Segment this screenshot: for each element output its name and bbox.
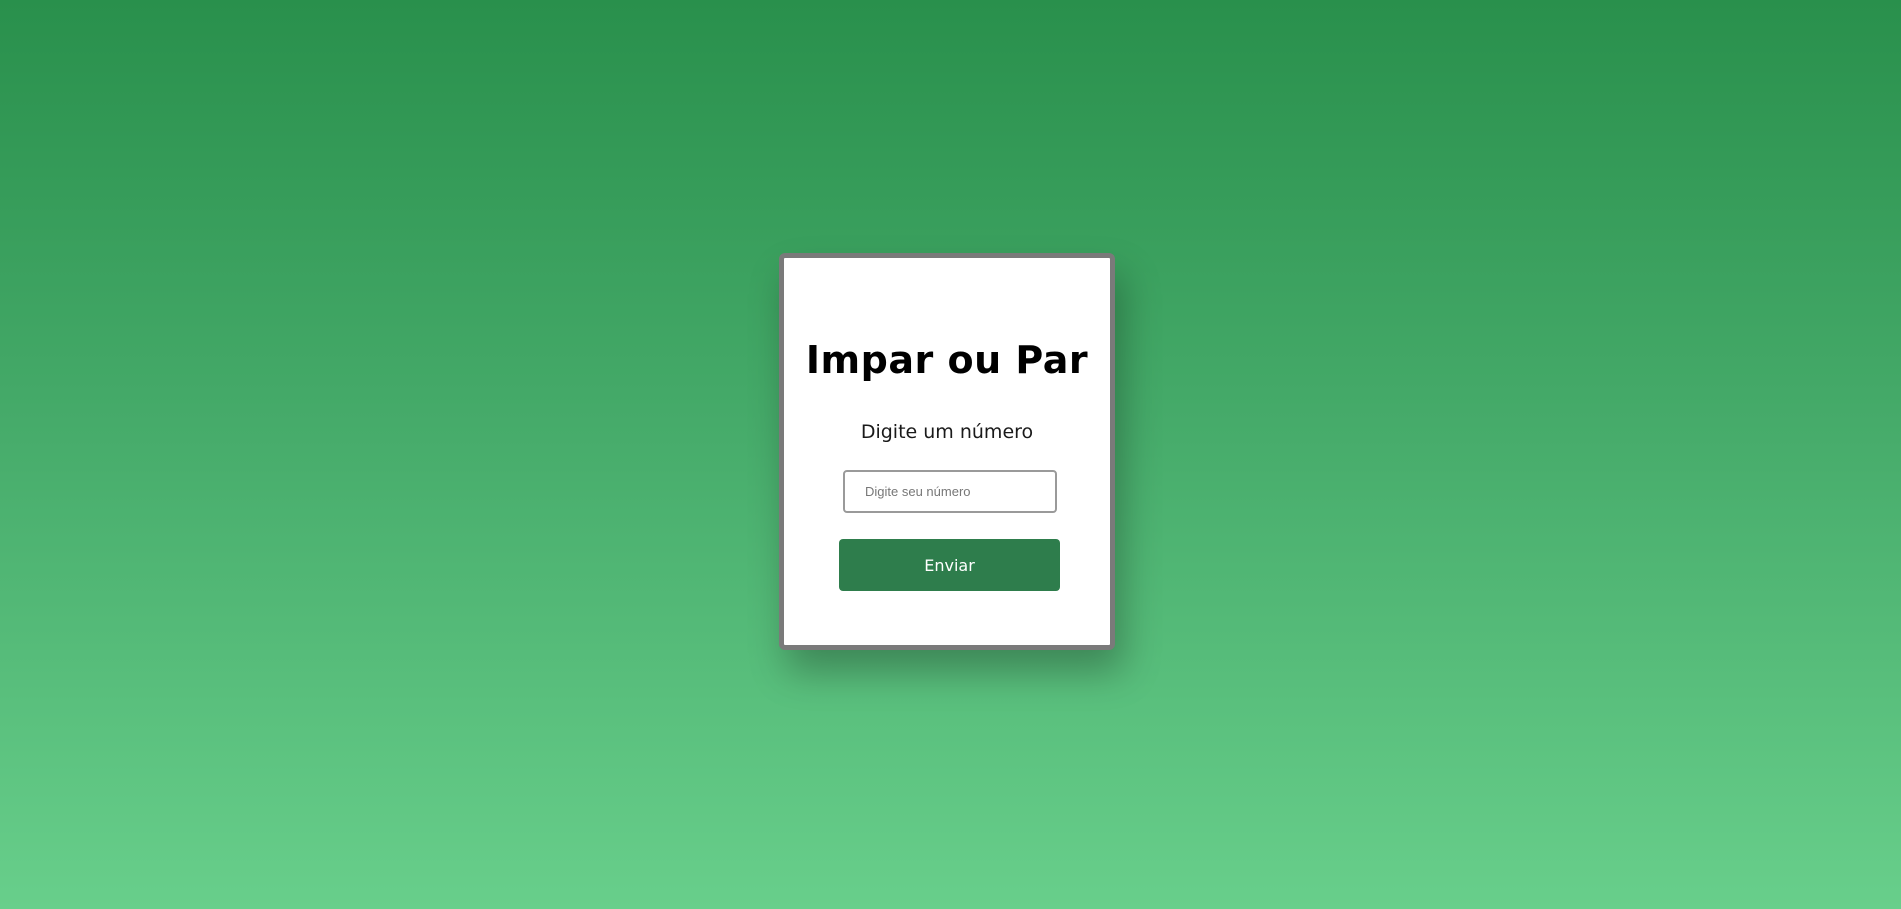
instruction-text: Digite um número — [860, 421, 1034, 443]
submit-button[interactable]: Enviar — [839, 539, 1060, 591]
number-input[interactable] — [843, 470, 1057, 513]
page-title: Impar ou Par — [805, 338, 1089, 382]
form-card: Impar ou Par Digite um número Enviar — [779, 253, 1115, 650]
page-background: { "card": { "title": "Impar ou Par", "su… — [0, 0, 1901, 909]
